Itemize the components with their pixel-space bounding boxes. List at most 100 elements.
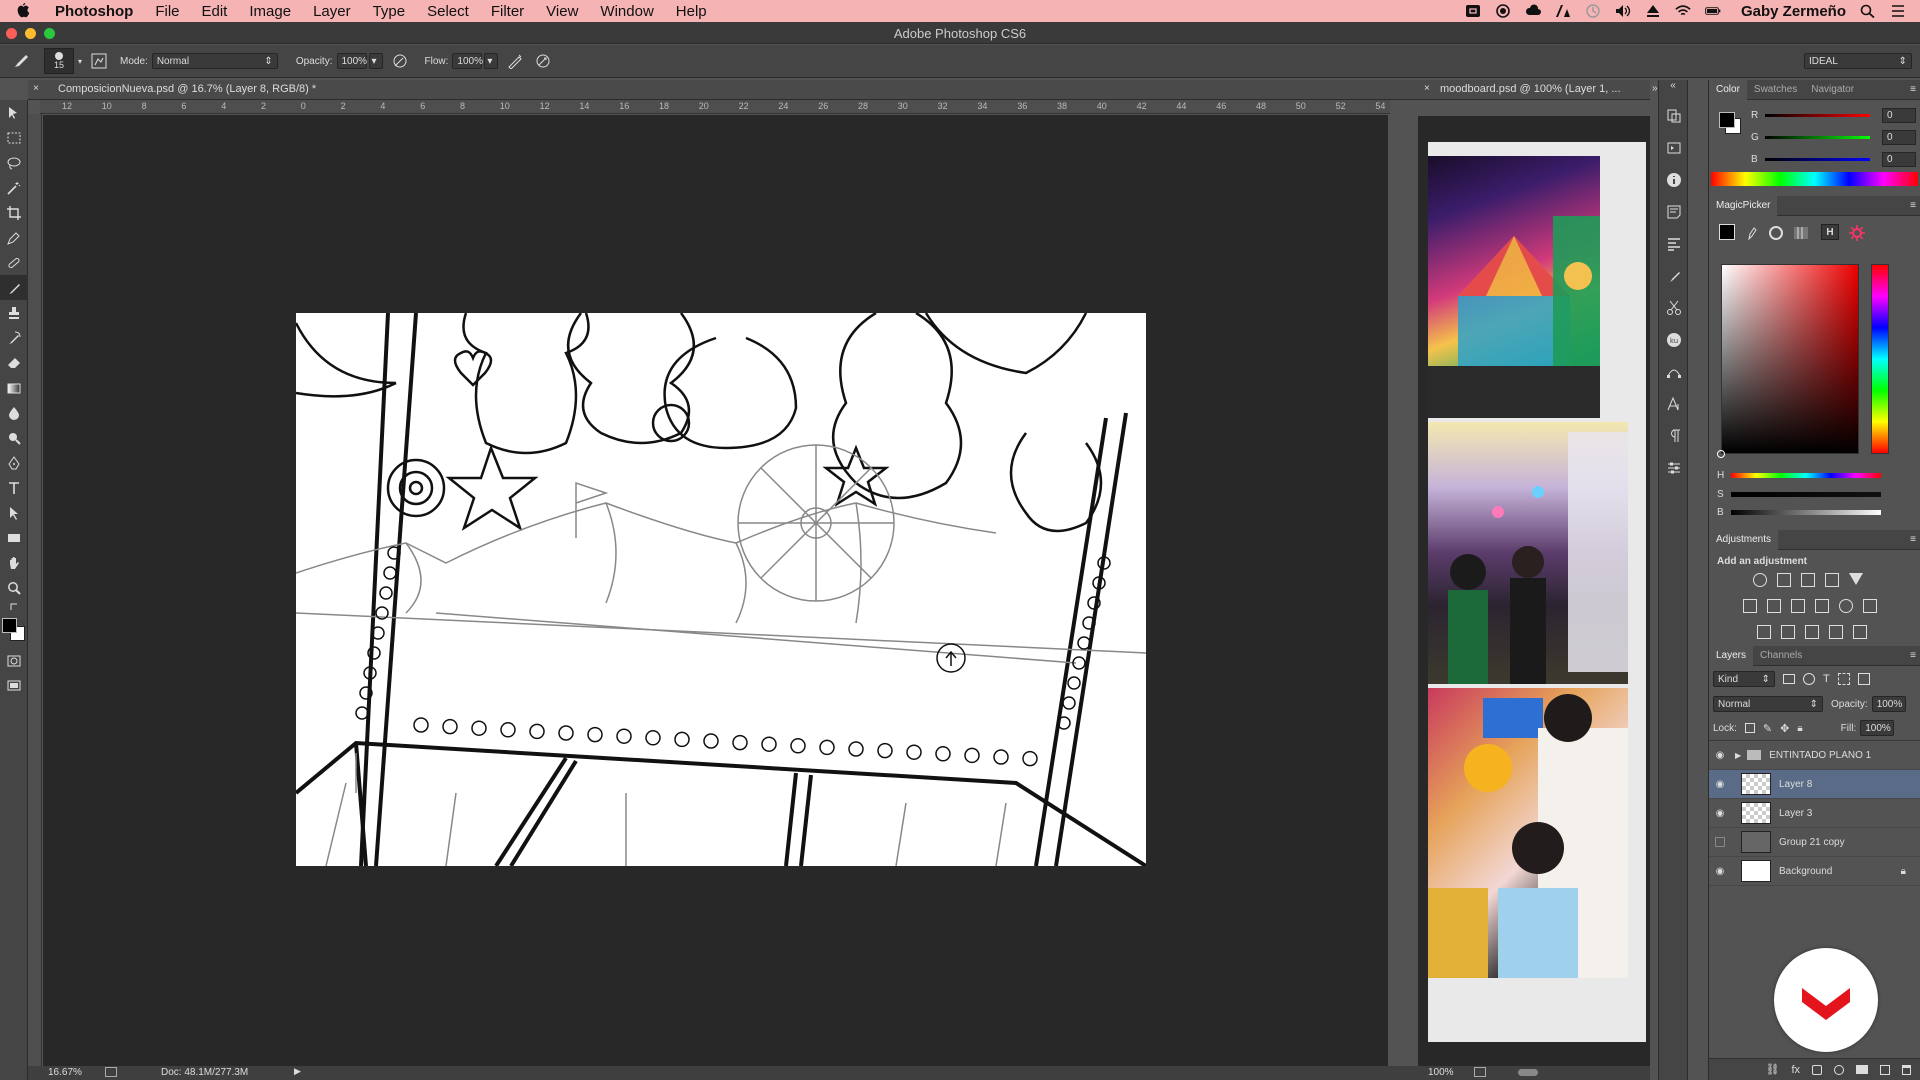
filter-smart-object-icon[interactable] <box>1857 673 1870 685</box>
time-machine-icon[interactable] <box>1585 4 1601 18</box>
brush-tool-preset[interactable] <box>10 50 32 72</box>
panel-menu-icon[interactable]: ≡ <box>1910 200 1916 211</box>
brush-size-picker[interactable]: 15 <box>44 48 74 74</box>
tab-adjustments[interactable]: Adjustments <box>1709 529 1779 550</box>
swap-colors-button[interactable] <box>0 600 28 614</box>
quick-mask-button[interactable] <box>0 648 28 673</box>
zoom-tool[interactable] <box>0 575 28 600</box>
hue-slider[interactable] <box>1731 472 1881 478</box>
layer-name[interactable]: Group 21 copy <box>1779 837 1845 848</box>
layer-kind-filter[interactable]: Kind ⇕ <box>1713 671 1775 687</box>
notes-panel-button[interactable] <box>1659 196 1689 228</box>
menu-window[interactable]: Window <box>589 3 664 20</box>
menu-help[interactable]: Help <box>665 3 718 20</box>
eye-icon[interactable]: ◉ <box>1709 866 1731 877</box>
threshold-icon[interactable] <box>1805 625 1819 639</box>
eye-icon[interactable]: ◉ <box>1709 750 1731 761</box>
link-layers-icon[interactable]: ⛓︎ <box>1765 1063 1779 1076</box>
actions-panel-button[interactable] <box>1659 132 1689 164</box>
export-icon[interactable] <box>105 1067 117 1077</box>
gradient-map-icon[interactable] <box>1829 625 1843 639</box>
tab-magicpicker[interactable]: MagicPicker <box>1709 195 1778 216</box>
eyedropper-tool[interactable] <box>0 225 28 250</box>
invert-icon[interactable] <box>1757 625 1771 639</box>
saturation-slider[interactable] <box>1731 491 1881 497</box>
selective-color-icon[interactable] <box>1853 625 1867 639</box>
eraser-tool[interactable] <box>0 350 28 375</box>
blue-slider[interactable] <box>1765 157 1870 161</box>
brightness-contrast-icon[interactable] <box>1753 573 1767 587</box>
layer-name[interactable]: Layer 3 <box>1779 808 1812 819</box>
eye-icon[interactable]: ◉ <box>1709 808 1731 819</box>
airbrush-toggle[interactable] <box>504 50 526 72</box>
green-value[interactable]: 0 <box>1882 129 1916 145</box>
layer-row-group-21-copy[interactable]: Group 21 copy <box>1709 828 1920 857</box>
flow-slider-toggle[interactable]: ▾ <box>484 53 499 69</box>
lock-image-brush-icon[interactable]: ✎ <box>1763 722 1772 735</box>
lock-all-icon[interactable]: 🔒︎ <box>1797 723 1802 734</box>
marquee-tool[interactable] <box>0 125 28 150</box>
moodboard-zoom[interactable]: 100% <box>1428 1067 1454 1078</box>
healing-brush-tool[interactable] <box>0 250 28 275</box>
filter-shape-icon[interactable] <box>1837 673 1850 685</box>
wifi-icon[interactable] <box>1675 4 1691 18</box>
color-wheel-icon[interactable] <box>1769 226 1783 240</box>
rectangle-tool[interactable] <box>0 525 28 550</box>
vibrance-icon[interactable] <box>1849 573 1863 585</box>
hue-strip[interactable] <box>1871 264 1889 454</box>
menubar-user-name[interactable]: Gaby Zermeño <box>1741 3 1846 20</box>
tab-swatches[interactable]: Swatches <box>1747 84 1804 95</box>
artboard-sketch[interactable] <box>294 311 1148 868</box>
green-slider[interactable] <box>1765 135 1870 139</box>
cloud-icon[interactable] <box>1525 4 1541 18</box>
opacity-input[interactable]: 100% <box>336 53 367 69</box>
pen-tool[interactable] <box>0 450 28 475</box>
menu-type[interactable]: Type <box>362 3 417 20</box>
new-group-folder-icon[interactable] <box>1856 1065 1868 1074</box>
layer-style-fx-icon[interactable]: fx <box>1791 1064 1800 1076</box>
tool-presets-panel-button[interactable] <box>1659 292 1689 324</box>
layer-name[interactable]: Layer 8 <box>1779 779 1812 790</box>
quick-selection-tool[interactable] <box>0 175 28 200</box>
pressure-opacity-toggle[interactable] <box>389 50 411 72</box>
gear-icon[interactable] <box>1849 225 1865 241</box>
curves-icon[interactable] <box>1801 573 1815 587</box>
kuler-panel-button[interactable]: ku <box>1659 324 1689 356</box>
black-white-icon[interactable] <box>1791 599 1805 613</box>
layer-mask-icon[interactable] <box>1812 1064 1822 1075</box>
tab-color[interactable]: Color <box>1709 79 1747 100</box>
exposure-icon[interactable] <box>1825 573 1839 587</box>
opacity-slider-toggle[interactable]: ▾ <box>368 53 383 69</box>
export-icon[interactable] <box>1474 1067 1486 1077</box>
color-ramp-spectrum[interactable] <box>1711 172 1918 186</box>
apple-icon[interactable] <box>14 3 32 19</box>
tab-layers[interactable]: Layers <box>1709 645 1754 666</box>
trash-icon[interactable] <box>1902 1064 1911 1075</box>
close-tab-icon[interactable]: × <box>33 83 39 94</box>
red-value[interactable]: 0 <box>1882 107 1916 123</box>
posterize-icon[interactable] <box>1781 625 1795 639</box>
color-lookup-icon[interactable] <box>1863 599 1877 613</box>
command-icon[interactable] <box>1465 4 1481 18</box>
dodge-tool[interactable] <box>0 425 28 450</box>
hue-saturation-icon[interactable] <box>1743 599 1757 613</box>
eye-hidden-icon[interactable] <box>1709 837 1731 847</box>
menu-select[interactable]: Select <box>416 3 480 20</box>
history-brush-tool[interactable] <box>0 325 28 350</box>
panel-menu-icon[interactable]: ≡ <box>1910 650 1916 661</box>
expand-panels-icon[interactable]: « <box>1659 80 1687 100</box>
panel-collapse-icon[interactable]: » <box>1652 83 1658 94</box>
picker-cursor[interactable] <box>1717 450 1725 458</box>
moodboard-artboard[interactable] <box>1428 142 1646 1042</box>
layer-row-background[interactable]: ◉ Background 🔒︎ <box>1709 857 1920 886</box>
mode-select[interactable]: Normal ⇕ <box>151 53 278 69</box>
brush-tool[interactable] <box>0 275 28 300</box>
document-canvas-area[interactable] <box>43 115 1388 1066</box>
pressure-size-toggle[interactable] <box>532 50 554 72</box>
flow-input[interactable]: 100% <box>452 53 483 69</box>
magicpicker-current-color[interactable] <box>1719 224 1735 240</box>
layer-row-layer-3[interactable]: ◉ Layer 3 <box>1709 799 1920 828</box>
red-slider[interactable] <box>1765 113 1870 117</box>
brush-panel-toggle[interactable] <box>88 50 110 72</box>
blue-value[interactable]: 0 <box>1882 151 1916 167</box>
